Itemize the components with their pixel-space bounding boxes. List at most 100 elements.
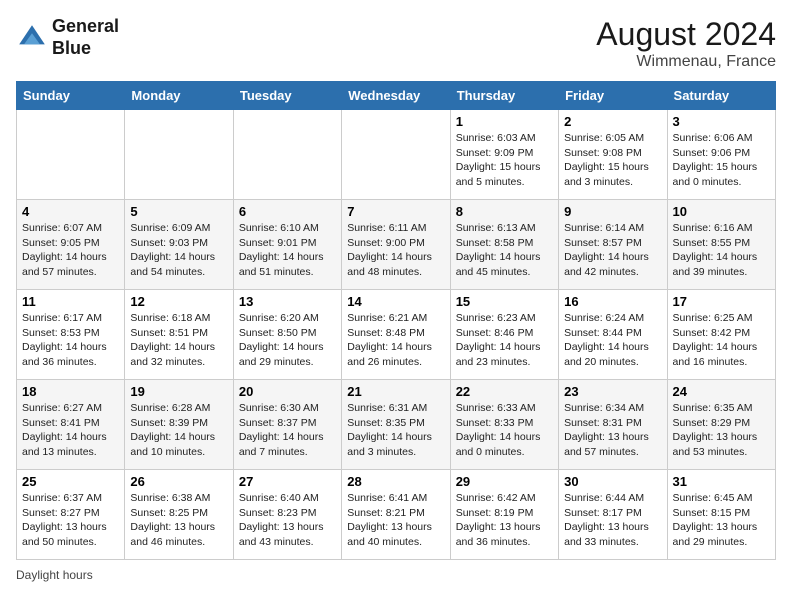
day-number: 20 <box>239 384 336 399</box>
day-of-week-header: Tuesday <box>233 82 341 110</box>
day-number: 11 <box>22 294 119 309</box>
logo-text: General Blue <box>52 16 119 59</box>
day-number: 10 <box>673 204 770 219</box>
day-info: Sunrise: 6:45 AM Sunset: 8:15 PM Dayligh… <box>673 491 770 550</box>
day-of-week-header: Sunday <box>17 82 125 110</box>
day-number: 1 <box>456 114 553 129</box>
footer: Daylight hours <box>16 568 776 582</box>
day-of-week-header: Wednesday <box>342 82 450 110</box>
day-number: 18 <box>22 384 119 399</box>
calendar-cell: 20 Sunrise: 6:30 AM Sunset: 8:37 PM Dayli… <box>233 380 341 470</box>
title-block: August 2024 Wimmenau, France <box>596 16 776 71</box>
logo-icon <box>16 22 48 54</box>
page-header: General Blue August 2024 Wimmenau, Franc… <box>16 16 776 71</box>
day-number: 5 <box>130 204 227 219</box>
day-info: Sunrise: 6:17 AM Sunset: 8:53 PM Dayligh… <box>22 311 119 370</box>
day-number: 23 <box>564 384 661 399</box>
calendar-cell: 22Sunrise: 6:33 AM Sunset: 8:33 PM Dayli… <box>450 380 558 470</box>
day-info: Sunrise: 6:37 AM Sunset: 8:27 PM Dayligh… <box>22 491 119 550</box>
day-number: 31 <box>673 474 770 489</box>
calendar-cell: 9 Sunrise: 6:14 AM Sunset: 8:57 PM Daylig… <box>559 200 667 290</box>
day-number: 26 <box>130 474 227 489</box>
calendar-cell: 30 Sunrise: 6:44 AM Sunset: 8:17 PM Dayli… <box>559 470 667 560</box>
calendar-cell: 19 Sunrise: 6:28 AM Sunset: 8:39 PM Dayli… <box>125 380 233 470</box>
calendar-cell: 2Sunrise: 6:05 AM Sunset: 9:08 PM Daylig… <box>559 110 667 200</box>
calendar-cell: 21Sunrise: 6:31 AM Sunset: 8:35 PM Dayli… <box>342 380 450 470</box>
day-info: Sunrise: 6:14 AM Sunset: 8:57 PM Dayligh… <box>564 221 661 280</box>
calendar-cell: 10 Sunrise: 6:16 AM Sunset: 8:55 PM Dayli… <box>667 200 775 290</box>
day-number: 6 <box>239 204 336 219</box>
day-info: Sunrise: 6:06 AM Sunset: 9:06 PM Dayligh… <box>673 131 770 190</box>
calendar-week-row: 25 Sunrise: 6:37 AM Sunset: 8:27 PM Dayli… <box>17 470 776 560</box>
day-number: 13 <box>239 294 336 309</box>
calendar-cell: 27Sunrise: 6:40 AM Sunset: 8:23 PM Dayli… <box>233 470 341 560</box>
day-info: Sunrise: 6:35 AM Sunset: 8:29 PM Dayligh… <box>673 401 770 460</box>
day-of-week-header: Friday <box>559 82 667 110</box>
day-info: Sunrise: 6:27 AM Sunset: 8:41 PM Dayligh… <box>22 401 119 460</box>
calendar-cell: 8 Sunrise: 6:13 AM Sunset: 8:58 PM Daylig… <box>450 200 558 290</box>
month-year: August 2024 <box>596 16 776 53</box>
day-number: 4 <box>22 204 119 219</box>
day-number: 27 <box>239 474 336 489</box>
calendar-cell: 26 Sunrise: 6:38 AM Sunset: 8:25 PM Dayli… <box>125 470 233 560</box>
day-number: 19 <box>130 384 227 399</box>
calendar-cell: 18 Sunrise: 6:27 AM Sunset: 8:41 PM Dayli… <box>17 380 125 470</box>
day-of-week-header: Saturday <box>667 82 775 110</box>
calendar-table: SundayMondayTuesdayWednesdayThursdayFrid… <box>16 81 776 560</box>
calendar-cell: 24Sunrise: 6:35 AM Sunset: 8:29 PM Dayli… <box>667 380 775 470</box>
calendar-cell: 7 Sunrise: 6:11 AM Sunset: 9:00 PM Daylig… <box>342 200 450 290</box>
calendar-cell: 23Sunrise: 6:34 AM Sunset: 8:31 PM Dayli… <box>559 380 667 470</box>
day-info: Sunrise: 6:41 AM Sunset: 8:21 PM Dayligh… <box>347 491 444 550</box>
calendar-cell: 11 Sunrise: 6:17 AM Sunset: 8:53 PM Dayli… <box>17 290 125 380</box>
calendar-cell: 15Sunrise: 6:23 AM Sunset: 8:46 PM Dayli… <box>450 290 558 380</box>
calendar-cell: 25 Sunrise: 6:37 AM Sunset: 8:27 PM Dayli… <box>17 470 125 560</box>
calendar-cell: 14 Sunrise: 6:21 AM Sunset: 8:48 PM Dayli… <box>342 290 450 380</box>
day-number: 7 <box>347 204 444 219</box>
day-info: Sunrise: 6:11 AM Sunset: 9:00 PM Dayligh… <box>347 221 444 280</box>
day-number: 25 <box>22 474 119 489</box>
day-info: Sunrise: 6:38 AM Sunset: 8:25 PM Dayligh… <box>130 491 227 550</box>
day-info: Sunrise: 6:16 AM Sunset: 8:55 PM Dayligh… <box>673 221 770 280</box>
day-info: Sunrise: 6:21 AM Sunset: 8:48 PM Dayligh… <box>347 311 444 370</box>
day-number: 8 <box>456 204 553 219</box>
calendar-cell <box>233 110 341 200</box>
calendar-cell <box>125 110 233 200</box>
day-number: 2 <box>564 114 661 129</box>
calendar-week-row: 4 Sunrise: 6:07 AM Sunset: 9:05 PM Daylig… <box>17 200 776 290</box>
day-of-week-header: Thursday <box>450 82 558 110</box>
day-info: Sunrise: 6:03 AM Sunset: 9:09 PM Dayligh… <box>456 131 553 190</box>
day-info: Sunrise: 6:24 AM Sunset: 8:44 PM Dayligh… <box>564 311 661 370</box>
calendar-cell: 12Sunrise: 6:18 AM Sunset: 8:51 PM Dayli… <box>125 290 233 380</box>
day-number: 17 <box>673 294 770 309</box>
day-number: 9 <box>564 204 661 219</box>
day-info: Sunrise: 6:20 AM Sunset: 8:50 PM Dayligh… <box>239 311 336 370</box>
day-info: Sunrise: 6:07 AM Sunset: 9:05 PM Dayligh… <box>22 221 119 280</box>
calendar-week-row: 11 Sunrise: 6:17 AM Sunset: 8:53 PM Dayli… <box>17 290 776 380</box>
calendar-cell: 3 Sunrise: 6:06 AM Sunset: 9:06 PM Daylig… <box>667 110 775 200</box>
calendar-cell: 17 Sunrise: 6:25 AM Sunset: 8:42 PM Dayli… <box>667 290 775 380</box>
day-info: Sunrise: 6:28 AM Sunset: 8:39 PM Dayligh… <box>130 401 227 460</box>
day-number: 22 <box>456 384 553 399</box>
day-info: Sunrise: 6:23 AM Sunset: 8:46 PM Dayligh… <box>456 311 553 370</box>
day-of-week-header: Monday <box>125 82 233 110</box>
day-number: 14 <box>347 294 444 309</box>
calendar-cell <box>342 110 450 200</box>
day-info: Sunrise: 6:44 AM Sunset: 8:17 PM Dayligh… <box>564 491 661 550</box>
calendar-cell: 5 Sunrise: 6:09 AM Sunset: 9:03 PM Daylig… <box>125 200 233 290</box>
day-number: 16 <box>564 294 661 309</box>
day-info: Sunrise: 6:13 AM Sunset: 8:58 PM Dayligh… <box>456 221 553 280</box>
day-number: 30 <box>564 474 661 489</box>
day-number: 3 <box>673 114 770 129</box>
footer-label: Daylight hours <box>16 568 93 582</box>
day-info: Sunrise: 6:09 AM Sunset: 9:03 PM Dayligh… <box>130 221 227 280</box>
day-info: Sunrise: 6:31 AM Sunset: 8:35 PM Dayligh… <box>347 401 444 460</box>
calendar-cell: 6Sunrise: 6:10 AM Sunset: 9:01 PM Daylig… <box>233 200 341 290</box>
day-info: Sunrise: 6:30 AM Sunset: 8:37 PM Dayligh… <box>239 401 336 460</box>
calendar-cell: 29Sunrise: 6:42 AM Sunset: 8:19 PM Dayli… <box>450 470 558 560</box>
day-info: Sunrise: 6:25 AM Sunset: 8:42 PM Dayligh… <box>673 311 770 370</box>
calendar-cell: 31 Sunrise: 6:45 AM Sunset: 8:15 PM Dayli… <box>667 470 775 560</box>
calendar-cell: 13 Sunrise: 6:20 AM Sunset: 8:50 PM Dayli… <box>233 290 341 380</box>
calendar-cell: 4 Sunrise: 6:07 AM Sunset: 9:05 PM Daylig… <box>17 200 125 290</box>
calendar-week-row: 1 Sunrise: 6:03 AM Sunset: 9:09 PM Daylig… <box>17 110 776 200</box>
logo: General Blue <box>16 16 119 59</box>
